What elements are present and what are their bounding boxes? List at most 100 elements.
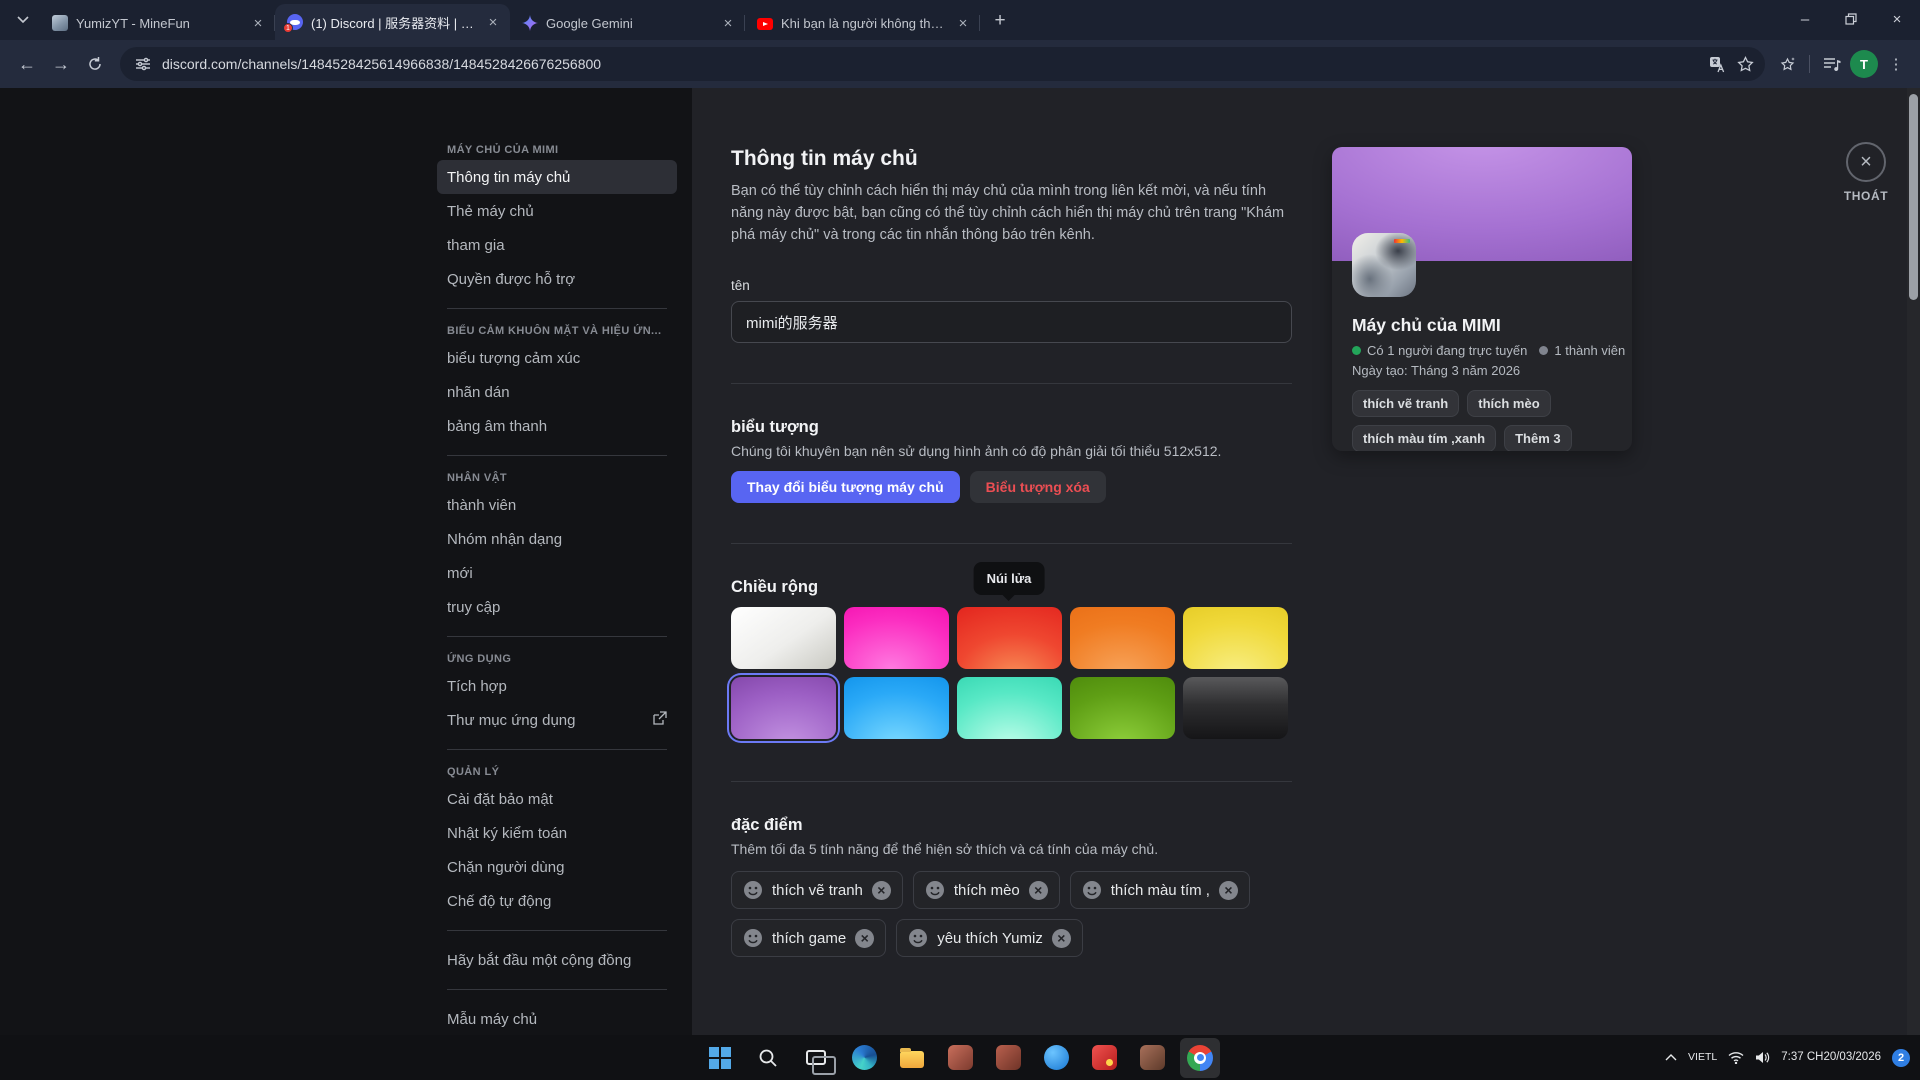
page-description: Bạn có thể tùy chỉnh cách hiển thị máy c… xyxy=(731,181,1292,246)
sidebar-item[interactable]: truy cập xyxy=(437,590,677,624)
browser-toolbar: ← → discord.com/channels/148452842561496… xyxy=(0,40,1920,88)
server-overview-panel: Thông tin máy chủ Bạn có thể tùy chỉnh c… xyxy=(731,147,1292,957)
sidebar-item[interactable]: Cài đặt bảo mật xyxy=(437,782,677,816)
remove-tag-button[interactable]: × xyxy=(872,881,891,900)
taskbar-start-button[interactable] xyxy=(700,1038,740,1078)
taskbar-app-brown-button[interactable] xyxy=(1132,1038,1172,1078)
scrollbar-thumb[interactable] xyxy=(1909,94,1918,300)
sidebar-item[interactable]: bảng âm thanh xyxy=(437,409,677,443)
sidebar-group-header: MÁY CHỦ CỦA MIMI xyxy=(437,140,677,160)
taskbar-file-explorer-button[interactable] xyxy=(892,1038,932,1078)
server-name-input[interactable] xyxy=(731,301,1292,343)
clock[interactable]: 7:37 CH 20/03/2026 xyxy=(1781,1050,1881,1066)
browser-tab[interactable]: 1(1) Discord | 服务器资料 | mimi的× xyxy=(275,4,510,40)
profile-avatar[interactable]: T xyxy=(1850,50,1878,78)
sidebar-item[interactable]: mới xyxy=(437,556,677,590)
sidebar-item[interactable]: nhãn dán xyxy=(437,375,677,409)
sidebar-item[interactable]: Chặn người dùng xyxy=(437,850,677,884)
sidebar-item[interactable]: Thư mục ứng dụng xyxy=(437,703,677,737)
color-swatch-yellow[interactable] xyxy=(1183,607,1288,669)
sidebar-item[interactable]: Quyền được hỗ trợ xyxy=(437,262,677,296)
forward-button[interactable]: → xyxy=(44,47,78,81)
browser-menu-button[interactable]: ⋮ xyxy=(1882,50,1910,78)
sidebar-item[interactable]: biểu tượng cảm xúc xyxy=(437,341,677,375)
network-tray-button[interactable] xyxy=(1728,1051,1744,1064)
translate-icon xyxy=(1709,56,1726,73)
site-info-button[interactable] xyxy=(130,51,156,77)
tray-chevron-up-button[interactable] xyxy=(1665,1054,1677,1061)
window-close-button[interactable]: × xyxy=(1874,0,1920,38)
taskbar-app-colorful-button[interactable] xyxy=(1084,1038,1124,1078)
edge-icon xyxy=(852,1045,877,1070)
taskbar-task-view-button[interactable] xyxy=(796,1038,836,1078)
feature-tag: thích game× xyxy=(731,919,886,957)
browser-tab[interactable]: Google Gemini× xyxy=(510,6,745,40)
taskbar-app-red-1-button[interactable] xyxy=(940,1038,980,1078)
sidebar-item[interactable]: thành viên xyxy=(437,488,677,522)
url-bar[interactable]: discord.com/channels/1484528425614966838… xyxy=(120,47,1765,81)
color-swatch-green[interactable] xyxy=(1070,677,1175,739)
sidebar-item[interactable]: Nhật ký kiểm toán xyxy=(437,816,677,850)
tab-close-button[interactable]: × xyxy=(719,14,737,32)
divider xyxy=(731,383,1292,384)
sidebar-item[interactable]: Nhóm nhận dạng xyxy=(437,522,677,556)
tab-close-button[interactable]: × xyxy=(954,14,972,32)
sidebar-divider xyxy=(447,455,667,456)
sidebar-item[interactable]: Chế độ tự động xyxy=(437,884,677,918)
taskbar-app-blue-button[interactable] xyxy=(1036,1038,1076,1078)
volume-tray-button[interactable] xyxy=(1755,1051,1770,1064)
sidebar-item-label: tham gia xyxy=(447,237,505,254)
tab-close-button[interactable]: × xyxy=(249,14,267,32)
youtube-favicon xyxy=(757,18,773,30)
taskbar-search-button[interactable] xyxy=(748,1038,788,1078)
remove-tag-button[interactable]: × xyxy=(1029,881,1048,900)
language-indicator[interactable]: VIE TL xyxy=(1688,1051,1717,1064)
notification-center-button[interactable]: 2 xyxy=(1892,1049,1910,1067)
color-swatch-volcano-red[interactable] xyxy=(957,607,1062,669)
exit-button[interactable]: × xyxy=(1846,142,1886,182)
sidebar-item[interactable]: Mẫu máy chủ xyxy=(437,1002,677,1035)
new-tab-button[interactable]: + xyxy=(986,7,1014,35)
tab-close-button[interactable]: × xyxy=(484,13,502,31)
back-button[interactable]: ← xyxy=(10,47,44,81)
taskbar-edge-button[interactable] xyxy=(844,1038,884,1078)
tune-icon xyxy=(135,56,151,72)
taskbar-chrome-button[interactable] xyxy=(1180,1038,1220,1078)
remove-tag-button[interactable]: × xyxy=(855,929,874,948)
scrollbar[interactable] xyxy=(1907,88,1920,1035)
sidebar-item[interactable]: tham gia xyxy=(437,228,677,262)
extension-star-button[interactable] xyxy=(1773,50,1801,78)
color-swatch-dark[interactable] xyxy=(1183,677,1288,739)
language-line1: VIE xyxy=(1688,1051,1705,1064)
browser-tab[interactable]: Khi bạn là người không thể đư× xyxy=(745,6,980,40)
color-swatch-teal[interactable] xyxy=(957,677,1062,739)
tab-search-button[interactable] xyxy=(8,5,38,35)
bookmark-star-button[interactable] xyxy=(1731,50,1759,78)
change-icon-button[interactable]: Thay đổi biểu tượng máy chủ xyxy=(731,471,960,503)
sidebar-item[interactable]: Thông tin máy chủ xyxy=(437,160,677,194)
color-swatch-purple[interactable] xyxy=(731,677,836,739)
online-count: Có 1 người đang trực tuyến xyxy=(1367,343,1527,358)
sidebar-divider xyxy=(447,989,667,990)
settings-sidebar-region: MÁY CHỦ CỦA MIMIThông tin máy chủThẻ máy… xyxy=(0,88,692,1035)
window-minimize-button[interactable]: – xyxy=(1782,0,1828,38)
color-swatch-pink[interactable] xyxy=(844,607,949,669)
playlist-icon xyxy=(1823,56,1841,72)
taskbar-app-red-2-button[interactable] xyxy=(988,1038,1028,1078)
reading-list-button[interactable] xyxy=(1818,50,1846,78)
browser-tab[interactable]: YumizYT - MineFun× xyxy=(40,6,275,40)
color-swatch-blue[interactable] xyxy=(844,677,949,739)
color-swatch-white[interactable] xyxy=(731,607,836,669)
member-count: 1 thành viên xyxy=(1554,343,1625,358)
window-maximize-button[interactable] xyxy=(1828,0,1874,38)
reload-button[interactable] xyxy=(78,47,112,81)
sidebar-item[interactable]: Tích hợp xyxy=(437,669,677,703)
sidebar-item[interactable]: Hãy bắt đầu một cộng đồng xyxy=(437,943,677,977)
sidebar-group-header: ỨNG DỤNG xyxy=(437,649,677,669)
remove-tag-button[interactable]: × xyxy=(1219,881,1238,900)
color-swatch-orange[interactable] xyxy=(1070,607,1175,669)
sidebar-item[interactable]: Thẻ máy chủ xyxy=(437,194,677,228)
remove-tag-button[interactable]: × xyxy=(1052,929,1071,948)
translate-button[interactable] xyxy=(1703,50,1731,78)
remove-icon-button[interactable]: Biểu tượng xóa xyxy=(970,471,1106,503)
